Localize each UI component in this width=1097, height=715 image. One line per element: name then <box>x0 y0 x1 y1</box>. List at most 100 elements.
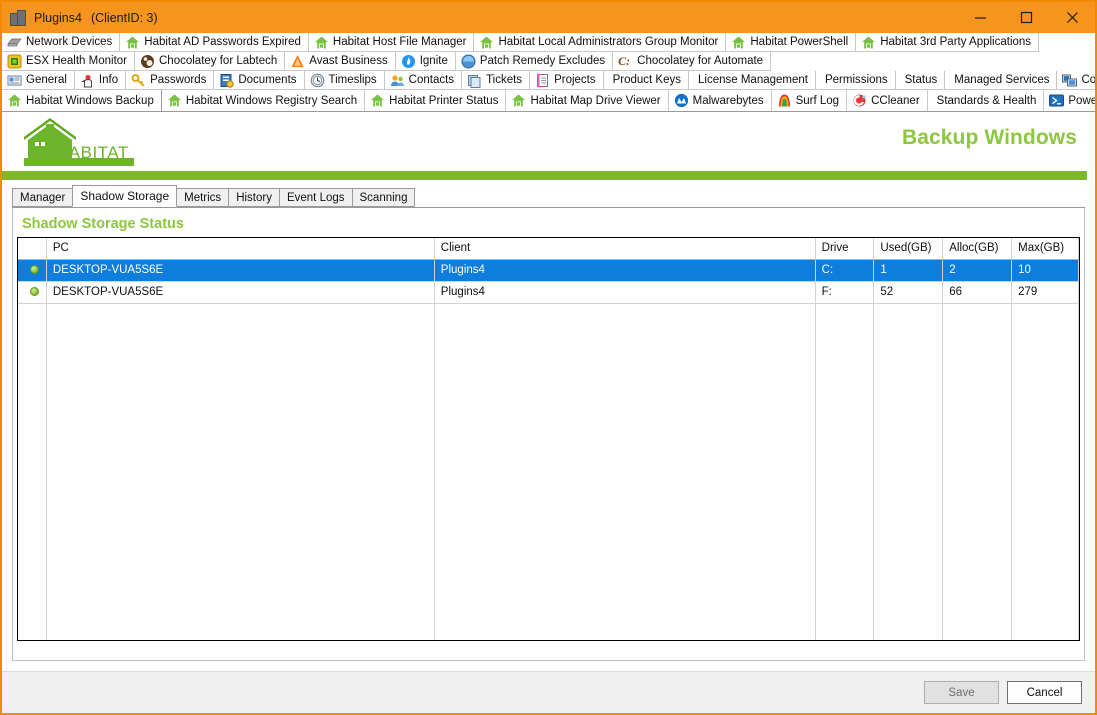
plugin-tab-chocolatey-for-automate[interactable]: C:Chocolatey for Automate <box>613 52 771 71</box>
plugin-tab-documents[interactable]: Documents <box>214 71 304 90</box>
shadow-storage-grid[interactable]: PCClientDriveUsed(GB)Alloc(GB)Max(GB) DE… <box>17 237 1080 641</box>
plugin-tab-label: Habitat Map Drive Viewer <box>530 95 660 107</box>
key-icon <box>131 73 146 88</box>
status-dot-green <box>18 281 46 303</box>
surf-log-icon <box>777 93 792 108</box>
plugin-tab-label: Projects <box>554 74 596 86</box>
tab-history[interactable]: History <box>228 188 280 207</box>
column-header-drive[interactable]: Drive <box>815 238 874 259</box>
plugin-tab-habitat-ad-passwords-expired[interactable]: Habitat AD Passwords Expired <box>120 33 309 52</box>
plugin-tab-computers[interactable]: Computers <box>1057 71 1097 90</box>
cell-alloc-gb: 2 <box>943 259 1012 281</box>
maximize-icon[interactable] <box>1003 2 1049 33</box>
plugin-tab-permissions[interactable]: Permissions <box>816 71 896 90</box>
plugin-tab-label: CCleaner <box>871 95 920 107</box>
building-icon <box>10 10 26 26</box>
plugin-tab-ccleaner[interactable]: CCleaner <box>847 90 928 111</box>
plugin-tab-chocolatey-for-labtech[interactable]: Chocolatey for Labtech <box>135 52 285 71</box>
cancel-button[interactable]: Cancel <box>1007 681 1082 704</box>
plugin-tab-label: Documents <box>238 74 296 86</box>
plugin-tab-surf-log[interactable]: Surf Log <box>772 90 847 111</box>
plugin-tab-info[interactable]: Info <box>75 71 126 90</box>
table-body: DESKTOP-VUA5S6EPlugins4C:1210DESKTOP-VUA… <box>18 259 1079 641</box>
plugin-tab-label: Timeslips <box>329 74 377 86</box>
cell-drive: C: <box>815 259 874 281</box>
column-header-max-gb[interactable]: Max(GB) <box>1012 238 1079 259</box>
plugin-tab-label: Habitat Printer Status <box>389 95 498 107</box>
plugin-tab-label: Habitat PowerShell <box>750 36 848 48</box>
plugin-tab-esx-health-monitor[interactable]: ESX Health Monitor <box>2 52 135 71</box>
table-row[interactable]: DESKTOP-VUA5S6EPlugins4F:5266279 <box>18 281 1079 303</box>
plugin-tab-avast-business[interactable]: Avast Business <box>285 52 395 71</box>
plugin-tab-label: Avast Business <box>309 55 387 67</box>
shadow-storage-table: PCClientDriveUsed(GB)Alloc(GB)Max(GB) DE… <box>18 238 1079 641</box>
save-button[interactable]: Save <box>924 681 999 704</box>
svg-text:HABITAT: HABITAT <box>56 143 129 162</box>
plugin-tab-label: Permissions <box>825 74 888 86</box>
minimize-icon[interactable] <box>957 2 1003 33</box>
plugin-tab-malwarebytes[interactable]: Malwarebytes <box>669 90 772 111</box>
tab-scanning[interactable]: Scanning <box>352 188 416 207</box>
plugin-tab-habitat-powershell[interactable]: Habitat PowerShell <box>726 33 856 52</box>
cell-max-gb: 279 <box>1012 281 1079 303</box>
cell-pc: DESKTOP-VUA5S6E <box>46 259 434 281</box>
plugin-tab-product-keys[interactable]: Product Keys <box>604 71 689 90</box>
plugin-tab-managed-services[interactable]: Managed Services <box>945 71 1057 90</box>
esx-icon <box>7 54 22 69</box>
close-icon[interactable] <box>1049 2 1095 33</box>
plugin-tab-timeslips[interactable]: Timeslips <box>305 71 385 90</box>
column-header-status[interactable] <box>18 238 46 259</box>
general-icon <box>7 73 22 88</box>
column-header-pc[interactable]: PC <box>46 238 434 259</box>
column-header-used-gb[interactable]: Used(GB) <box>874 238 943 259</box>
plugin-tab-habitat-printer-status[interactable]: Habitat Printer Status <box>365 90 506 111</box>
plugin-tab-label: License Management <box>698 74 808 86</box>
plugin-tab-general[interactable]: General <box>2 71 75 90</box>
plugin-tab-network-devices[interactable]: Network Devices <box>2 33 120 52</box>
tab-metrics[interactable]: Metrics <box>176 188 229 207</box>
plugin-tab-habitat-windows-backup[interactable]: Habitat Windows Backup <box>2 90 162 111</box>
cell-alloc-gb: 66 <box>943 281 1012 303</box>
plugin-tab-projects[interactable]: Projects <box>530 71 604 90</box>
tab-event-logs[interactable]: Event Logs <box>279 188 353 207</box>
plugin-tab-patch-remedy-excludes[interactable]: Patch Remedy Excludes <box>456 52 613 71</box>
inner-tabs-wrapper: ManagerShadow StorageMetricsHistoryEvent… <box>2 180 1095 208</box>
plugin-tab-powershell[interactable]: PowerShell <box>1044 90 1097 111</box>
plugin-tab-habitat-map-drive-viewer[interactable]: Habitat Map Drive Viewer <box>506 90 668 111</box>
column-header-client[interactable]: Client <box>434 238 815 259</box>
plugin-tab-tickets[interactable]: Tickets <box>462 71 530 90</box>
column-header-alloc-gb[interactable]: Alloc(GB) <box>943 238 1012 259</box>
title-bar: Plugins4 (ClientID: 3) <box>2 2 1095 33</box>
tab-manager[interactable]: Manager <box>12 188 73 207</box>
plugin-tab-label: Chocolatey for Automate <box>637 55 763 67</box>
plugin-tab-standards-health[interactable]: Standards & Health <box>928 90 1045 111</box>
house-icon <box>7 93 22 108</box>
plugin-tab-label: Ignite <box>420 55 448 67</box>
plugin-tab-passwords[interactable]: Passwords <box>126 71 214 90</box>
plugin-tab-row-4: Habitat Windows BackupHabitat Windows Re… <box>2 90 1095 111</box>
plugin-tab-label: Standards & Health <box>937 95 1037 107</box>
filler-cell <box>18 303 46 641</box>
plugin-tab-ignite[interactable]: Ignite <box>396 52 456 71</box>
client-id-label: (ClientID: 3) <box>91 11 158 25</box>
plugin-tab-habitat-windows-registry-search[interactable]: Habitat Windows Registry Search <box>162 90 365 111</box>
plugin-tab-habitat-host-file-manager[interactable]: Habitat Host File Manager <box>309 33 475 52</box>
table-row[interactable]: DESKTOP-VUA5S6EPlugins4C:1210 <box>18 259 1079 281</box>
documents-icon <box>219 73 234 88</box>
cell-pc: DESKTOP-VUA5S6E <box>46 281 434 303</box>
plugin-tab-license-management[interactable]: License Management <box>689 71 816 90</box>
plugin-tab-label: Info <box>99 74 118 86</box>
plugin-tab-label: Habitat Local Administrators Group Monit… <box>498 36 718 48</box>
plugin-tab-habitat-3rd-party-applications[interactable]: Habitat 3rd Party Applications <box>856 33 1039 52</box>
tickets-icon <box>467 73 482 88</box>
avast-icon <box>290 54 305 69</box>
house-icon <box>314 35 329 50</box>
plugin-tab-habitat-local-administrators-group-monitor[interactable]: Habitat Local Administrators Group Monit… <box>474 33 726 52</box>
window-controls <box>957 2 1095 33</box>
plugin-tab-status[interactable]: Status <box>896 71 946 90</box>
plugin-tab-label: PowerShell <box>1068 95 1097 107</box>
plugin-tab-contacts[interactable]: Contacts <box>385 71 462 90</box>
malwarebytes-icon <box>674 93 689 108</box>
tab-shadow-storage[interactable]: Shadow Storage <box>72 185 177 207</box>
computer-icon <box>1062 73 1077 88</box>
